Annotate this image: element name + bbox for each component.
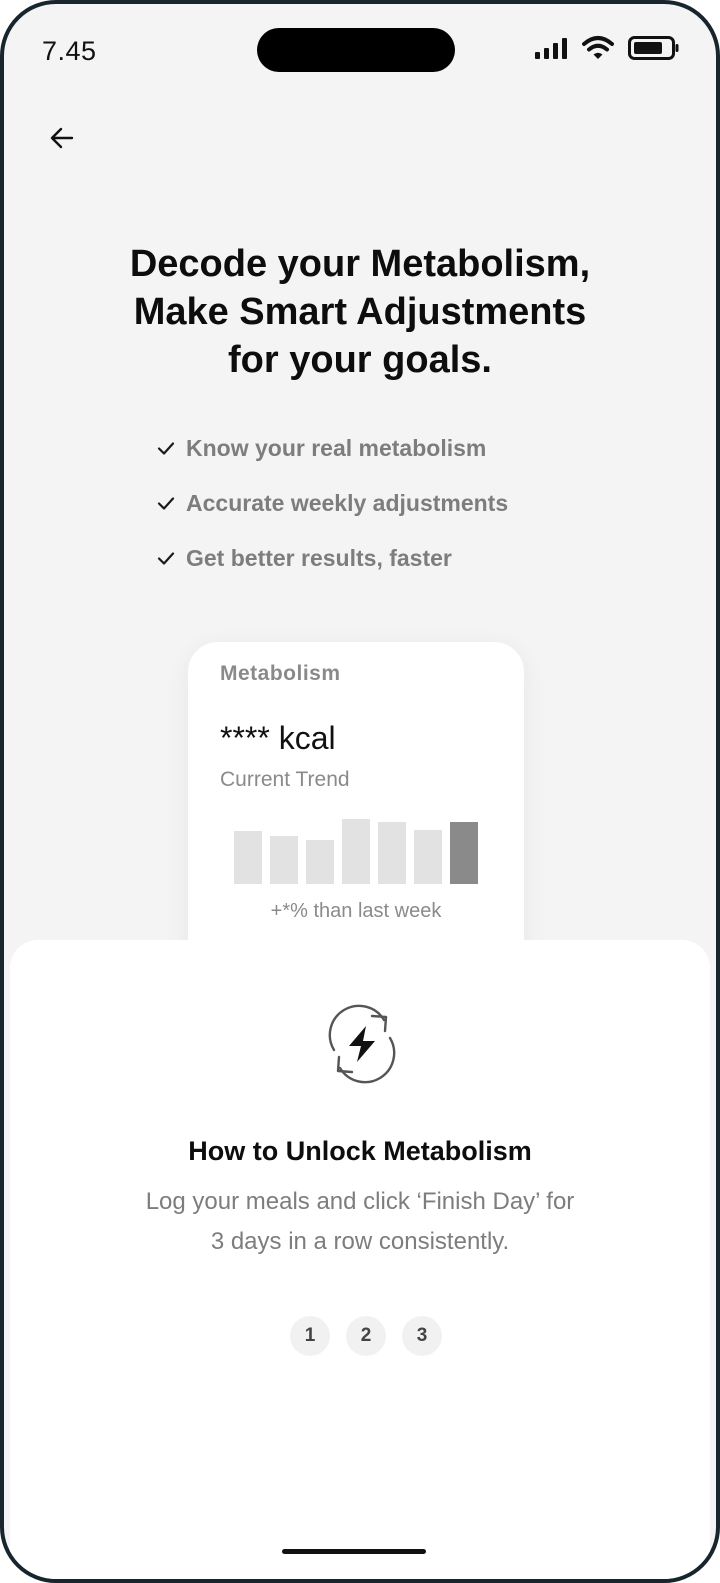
step-3: 3 bbox=[402, 1316, 442, 1356]
feature-label: Get better results, faster bbox=[186, 544, 452, 571]
unlock-sheet: How to Unlock Metabolism Log your meals … bbox=[10, 940, 710, 1579]
check-icon bbox=[157, 497, 175, 510]
card-subtitle: Current Trend bbox=[220, 768, 350, 791]
phone-frame: 7.45 Decode your Metabolism, Make Smart … bbox=[0, 0, 720, 1583]
feature-item: Know your real metabolism bbox=[156, 428, 508, 468]
step-indicators: 1 2 3 bbox=[290, 1316, 442, 1356]
title-line: Decode your Metabolism, bbox=[129, 243, 591, 285]
back-button[interactable] bbox=[44, 120, 80, 156]
trend-bar bbox=[378, 822, 406, 884]
trend-bar bbox=[306, 840, 334, 884]
trend-bar-chart bbox=[234, 812, 478, 884]
step-1: 1 bbox=[290, 1316, 330, 1356]
arrow-left-icon bbox=[50, 127, 74, 149]
sync-lightning-icon bbox=[328, 1004, 396, 1084]
battery-icon bbox=[628, 36, 679, 60]
feature-label: Know your real metabolism bbox=[186, 434, 487, 461]
feature-list: Know your real metabolism Accurate weekl… bbox=[156, 428, 508, 593]
check-icon bbox=[157, 552, 175, 565]
unlock-description: Log your meals and click ‘Finish Day’ fo… bbox=[10, 1182, 710, 1262]
status-icons bbox=[534, 35, 680, 61]
card-title: Metabolism bbox=[220, 662, 341, 685]
check-icon bbox=[157, 442, 175, 455]
wifi-icon bbox=[582, 36, 614, 59]
trend-bar bbox=[234, 831, 262, 884]
trend-bar bbox=[270, 836, 298, 884]
dynamic-island bbox=[257, 28, 455, 72]
page-title: Decode your Metabolism, Make Smart Adjus… bbox=[4, 240, 716, 384]
metabolism-value: **** kcal bbox=[220, 720, 336, 756]
title-line: Make Smart Adjustments bbox=[133, 291, 587, 333]
feature-item: Accurate weekly adjustments bbox=[156, 483, 508, 523]
status-time: 7.45 bbox=[42, 36, 97, 66]
trend-note: +*% than last week bbox=[270, 900, 442, 922]
feature-item: Get better results, faster bbox=[156, 538, 508, 578]
description-line: Log your meals and click ‘Finish Day’ fo… bbox=[145, 1188, 575, 1215]
trend-bar bbox=[414, 830, 442, 884]
description-line: 3 days in a row consistently. bbox=[210, 1228, 510, 1255]
unlock-title: How to Unlock Metabolism bbox=[188, 1136, 532, 1166]
signal-icon bbox=[535, 38, 567, 59]
home-indicator[interactable] bbox=[282, 1549, 426, 1554]
trend-bar bbox=[450, 822, 478, 884]
feature-label: Accurate weekly adjustments bbox=[186, 489, 509, 516]
step-2: 2 bbox=[346, 1316, 386, 1356]
trend-bar bbox=[342, 819, 370, 884]
metabolism-card: Metabolism **** kcal Current Trend +*% t… bbox=[188, 642, 524, 982]
title-line: for your goals. bbox=[228, 339, 492, 381]
